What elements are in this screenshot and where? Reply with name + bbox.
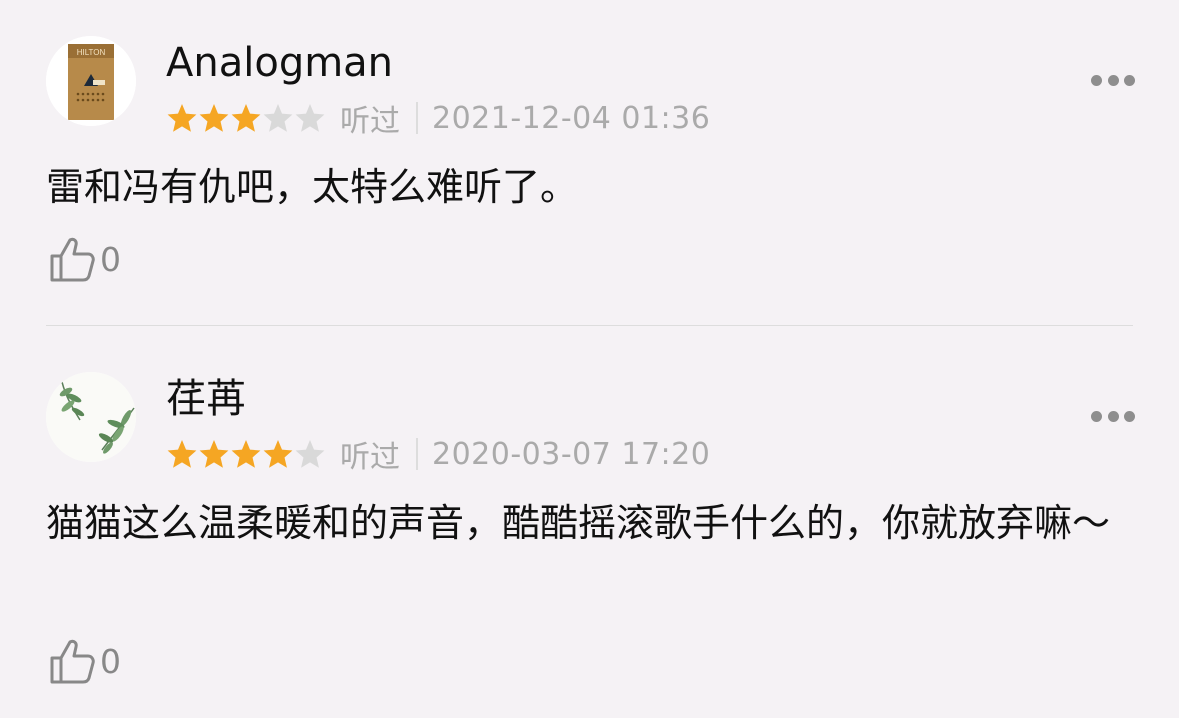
comment-date: 2020-03-07 17:20 [432,436,711,472]
star-icon [295,440,325,468]
meta-separator [416,438,418,470]
more-icon [1091,74,1102,86]
more-icon [1091,410,1102,422]
like-count: 0 [100,239,121,279]
more-button[interactable] [1091,72,1135,88]
comment-item: 荏苒 听过 2020-03-07 17:20 猫猫这么温柔暖和的声音，酷酷摇滚歌… [0,326,1179,718]
more-button[interactable] [1091,408,1135,424]
like-button[interactable]: 0 [48,636,121,686]
rating-stars [166,438,326,470]
like-button[interactable]: 0 [48,234,121,284]
username[interactable]: 荏苒 [166,376,246,422]
star-icon [263,104,293,132]
star-icon [167,104,197,132]
star-icon [231,440,261,468]
star-icon [231,104,261,132]
avatar[interactable]: HILTON [46,36,136,126]
username[interactable]: Analogman [166,40,393,86]
star-icon [167,440,197,468]
star-icon [295,104,325,132]
star-icon [199,104,229,132]
avatar[interactable] [46,372,136,462]
thumbs-up-icon [50,237,95,282]
listen-status: 听过 [340,440,400,475]
star-icon [199,440,229,468]
comment-meta: 听过 2021-12-04 01:36 [166,100,711,139]
like-count: 0 [100,641,121,681]
meta-separator [416,102,418,134]
comment-text: 猫猫这么温柔暖和的声音，酷酷摇滚歌手什么的，你就放弃嘛～ [46,501,1111,545]
thumbs-up-icon [50,639,95,684]
star-icon [263,440,293,468]
listen-status: 听过 [340,104,400,139]
comment-item: HILTON Analogman 听过 2021-12-04 01:36 雷和冯… [0,0,1179,326]
avatar-brand-text: HILTON [77,48,106,57]
comment-date: 2021-12-04 01:36 [432,100,711,136]
rating-stars [166,102,326,134]
comment-text: 雷和冯有仇吧，太特么难听了。 [46,165,579,209]
comment-meta: 听过 2020-03-07 17:20 [166,436,711,475]
